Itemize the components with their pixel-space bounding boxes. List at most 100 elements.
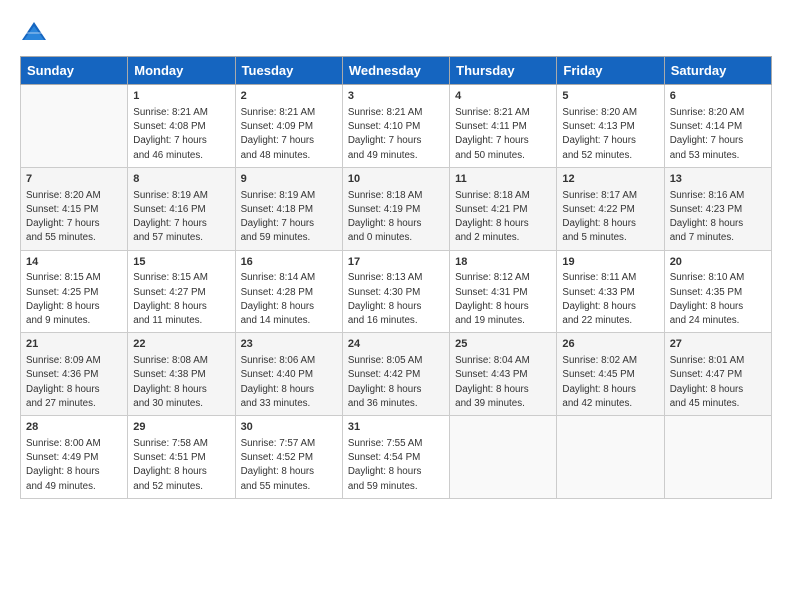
day-info-line: and 39 minutes. [455, 397, 551, 411]
day-info-line: Sunrise: 8:04 AM [455, 354, 551, 368]
day-info-line: Sunrise: 8:11 AM [562, 271, 658, 285]
day-info-line: and 30 minutes. [133, 397, 229, 411]
day-info-line: Sunrise: 8:20 AM [26, 189, 122, 203]
day-info-line: Sunrise: 8:20 AM [670, 106, 766, 120]
week-row-5: 28Sunrise: 8:00 AMSunset: 4:49 PMDayligh… [21, 416, 772, 499]
week-row-1: 1Sunrise: 8:21 AMSunset: 4:08 PMDaylight… [21, 85, 772, 168]
day-number: 27 [670, 337, 766, 353]
day-info-line: Sunset: 4:40 PM [241, 368, 337, 382]
day-info-line: Sunset: 4:47 PM [670, 368, 766, 382]
calendar-cell: 11Sunrise: 8:18 AMSunset: 4:21 PMDayligh… [450, 167, 557, 250]
day-number: 6 [670, 89, 766, 105]
day-info-line: and 49 minutes. [26, 480, 122, 494]
day-info-line: Daylight: 8 hours [133, 465, 229, 479]
day-info-line: and 52 minutes. [562, 149, 658, 163]
day-info-line: Daylight: 7 hours [241, 134, 337, 148]
day-number: 1 [133, 89, 229, 105]
day-info-line: and 22 minutes. [562, 314, 658, 328]
day-info-line: Daylight: 7 hours [562, 134, 658, 148]
calendar-cell: 1Sunrise: 8:21 AMSunset: 4:08 PMDaylight… [128, 85, 235, 168]
day-info-line: and 50 minutes. [455, 149, 551, 163]
day-info-line: and 59 minutes. [241, 231, 337, 245]
day-number: 2 [241, 89, 337, 105]
day-info-line: Daylight: 8 hours [670, 300, 766, 314]
calendar-cell: 8Sunrise: 8:19 AMSunset: 4:16 PMDaylight… [128, 167, 235, 250]
day-info-line: Sunrise: 8:21 AM [455, 106, 551, 120]
day-number: 23 [241, 337, 337, 353]
calendar-cell: 16Sunrise: 8:14 AMSunset: 4:28 PMDayligh… [235, 250, 342, 333]
day-info-line: Sunrise: 8:06 AM [241, 354, 337, 368]
day-number: 19 [562, 255, 658, 271]
calendar-cell: 24Sunrise: 8:05 AMSunset: 4:42 PMDayligh… [342, 333, 449, 416]
col-header-monday: Monday [128, 57, 235, 85]
day-number: 26 [562, 337, 658, 353]
day-info-line: Daylight: 8 hours [562, 217, 658, 231]
day-info-line: Sunrise: 8:13 AM [348, 271, 444, 285]
day-number: 30 [241, 420, 337, 436]
day-info-line: Sunset: 4:21 PM [455, 203, 551, 217]
day-info-line: Daylight: 7 hours [26, 217, 122, 231]
day-info-line: and 36 minutes. [348, 397, 444, 411]
logo [20, 18, 52, 46]
day-info-line: Sunset: 4:38 PM [133, 368, 229, 382]
day-info-line: Sunset: 4:16 PM [133, 203, 229, 217]
calendar-cell: 29Sunrise: 7:58 AMSunset: 4:51 PMDayligh… [128, 416, 235, 499]
day-info-line: and 42 minutes. [562, 397, 658, 411]
day-info-line: and 27 minutes. [26, 397, 122, 411]
day-info-line: and 48 minutes. [241, 149, 337, 163]
day-info-line: Daylight: 8 hours [348, 465, 444, 479]
calendar-cell: 25Sunrise: 8:04 AMSunset: 4:43 PMDayligh… [450, 333, 557, 416]
day-info-line: and 53 minutes. [670, 149, 766, 163]
calendar-cell: 31Sunrise: 7:55 AMSunset: 4:54 PMDayligh… [342, 416, 449, 499]
day-number: 10 [348, 172, 444, 188]
calendar-cell: 15Sunrise: 8:15 AMSunset: 4:27 PMDayligh… [128, 250, 235, 333]
col-header-friday: Friday [557, 57, 664, 85]
calendar-cell: 17Sunrise: 8:13 AMSunset: 4:30 PMDayligh… [342, 250, 449, 333]
day-number: 28 [26, 420, 122, 436]
day-info-line: Sunrise: 7:58 AM [133, 437, 229, 451]
week-row-4: 21Sunrise: 8:09 AMSunset: 4:36 PMDayligh… [21, 333, 772, 416]
day-info-line: and 5 minutes. [562, 231, 658, 245]
day-info-line: Sunset: 4:22 PM [562, 203, 658, 217]
day-info-line: and 57 minutes. [133, 231, 229, 245]
day-number: 3 [348, 89, 444, 105]
day-number: 9 [241, 172, 337, 188]
day-number: 7 [26, 172, 122, 188]
col-header-saturday: Saturday [664, 57, 771, 85]
day-number: 5 [562, 89, 658, 105]
day-info-line: and 33 minutes. [241, 397, 337, 411]
day-info-line: Sunset: 4:19 PM [348, 203, 444, 217]
day-info-line: Daylight: 8 hours [455, 217, 551, 231]
day-info-line: and 55 minutes. [26, 231, 122, 245]
calendar-cell [557, 416, 664, 499]
day-number: 14 [26, 255, 122, 271]
day-info-line: and 52 minutes. [133, 480, 229, 494]
day-info-line: Daylight: 8 hours [562, 383, 658, 397]
calendar-cell: 5Sunrise: 8:20 AMSunset: 4:13 PMDaylight… [557, 85, 664, 168]
day-number: 16 [241, 255, 337, 271]
day-info-line: Daylight: 8 hours [241, 383, 337, 397]
calendar-cell: 6Sunrise: 8:20 AMSunset: 4:14 PMDaylight… [664, 85, 771, 168]
day-number: 21 [26, 337, 122, 353]
day-info-line: and 46 minutes. [133, 149, 229, 163]
day-info-line: Sunrise: 8:12 AM [455, 271, 551, 285]
day-number: 29 [133, 420, 229, 436]
col-header-thursday: Thursday [450, 57, 557, 85]
calendar-cell: 30Sunrise: 7:57 AMSunset: 4:52 PMDayligh… [235, 416, 342, 499]
day-number: 11 [455, 172, 551, 188]
day-info-line: Sunrise: 7:55 AM [348, 437, 444, 451]
day-info-line: Daylight: 7 hours [455, 134, 551, 148]
day-info-line: and 11 minutes. [133, 314, 229, 328]
day-info-line: Daylight: 7 hours [348, 134, 444, 148]
day-number: 20 [670, 255, 766, 271]
day-info-line: Daylight: 7 hours [133, 134, 229, 148]
day-info-line: Sunrise: 8:01 AM [670, 354, 766, 368]
day-info-line: Sunset: 4:36 PM [26, 368, 122, 382]
day-info-line: Sunset: 4:35 PM [670, 286, 766, 300]
day-info-line: Sunset: 4:13 PM [562, 120, 658, 134]
day-number: 8 [133, 172, 229, 188]
day-info-line: Daylight: 8 hours [26, 383, 122, 397]
day-info-line: Daylight: 8 hours [348, 300, 444, 314]
day-info-line: Sunset: 4:11 PM [455, 120, 551, 134]
day-info-line: Sunset: 4:43 PM [455, 368, 551, 382]
